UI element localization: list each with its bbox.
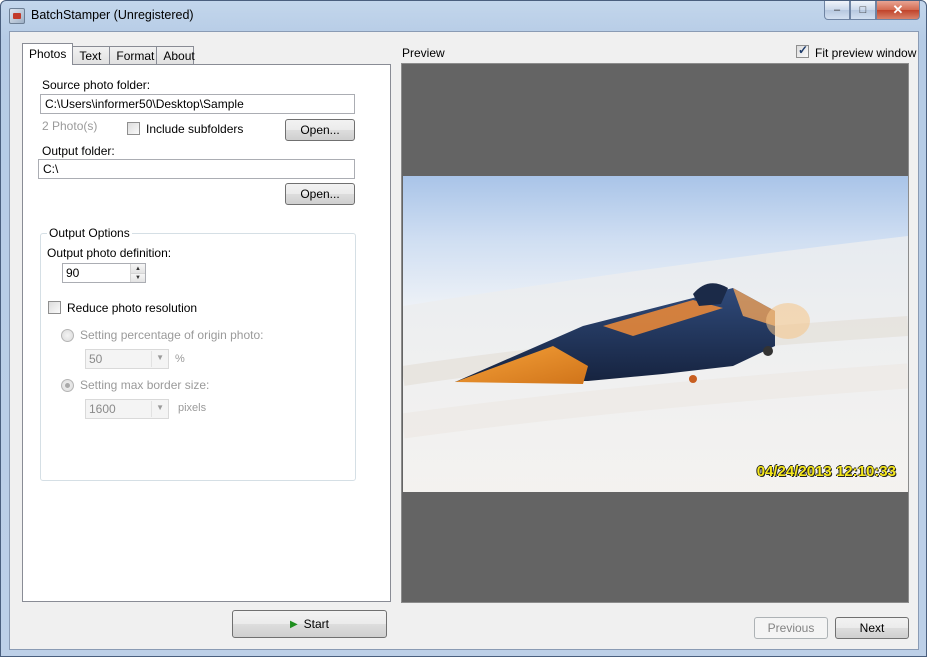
title-bar[interactable]: BatchStamper (Unregistered) – □ ✕ — [1, 1, 926, 31]
preview-label: Preview — [402, 46, 445, 60]
fit-preview-checkbox[interactable] — [796, 43, 809, 58]
caption-buttons: – □ ✕ — [824, 1, 920, 21]
max-border-radio[interactable] — [61, 379, 74, 392]
definition-value: 90 — [66, 266, 80, 280]
play-icon: ▶ — [289, 618, 298, 630]
tab-text[interactable]: Text — [72, 46, 111, 65]
include-subfolders-label: Include subfolders — [146, 122, 244, 136]
photo-count: 2 Photo(s) — [42, 119, 98, 133]
max-border-unit: pixels — [178, 402, 207, 414]
client-area: Photos Text Format About Source photo fo… — [9, 31, 919, 650]
tab-format[interactable]: Format — [109, 46, 158, 65]
app-window: BatchStamper (Unregistered) – □ ✕ Photos… — [0, 0, 927, 657]
start-label: Start — [303, 617, 330, 631]
close-icon: ✕ — [892, 2, 904, 17]
max-border-value: 1600 — [89, 402, 116, 416]
fit-preview-label: Fit preview window — [815, 46, 917, 60]
percentage-select[interactable]: 50 ▼ — [85, 349, 169, 369]
reduce-resolution-label: Reduce photo resolution — [67, 301, 198, 315]
maximize-button[interactable]: □ — [850, 1, 876, 20]
percentage-value: 50 — [89, 352, 103, 366]
tab-about[interactable]: About — [156, 46, 195, 65]
close-button[interactable]: ✕ — [876, 1, 920, 20]
open-output-button[interactable]: Open... — [285, 183, 355, 205]
tab-strip: Photos Text Format About — [22, 43, 195, 65]
max-border-select[interactable]: 1600 ▼ — [85, 399, 169, 419]
photos-tab-panel: Source photo folder: C:\Users\informer50… — [22, 64, 391, 602]
reduce-resolution-checkbox[interactable] — [48, 301, 61, 314]
previous-button[interactable]: Previous — [754, 617, 828, 639]
preview-area: 04/24/2013 12:10:33 — [401, 63, 909, 603]
output-options-legend: Output Options — [47, 226, 132, 240]
definition-label: Output photo definition: — [47, 246, 172, 260]
output-folder-input[interactable]: C:\ — [38, 159, 355, 179]
spin-buttons: ▲ ▼ — [130, 264, 145, 282]
chevron-down-icon: ▼ — [156, 353, 164, 362]
source-folder-label: Source photo folder: — [42, 78, 151, 92]
tab-photos[interactable]: Photos — [22, 43, 74, 65]
spin-down-icon[interactable]: ▼ — [131, 273, 145, 282]
percentage-radio[interactable] — [61, 329, 74, 342]
window-title: BatchStamper (Unregistered) — [31, 8, 194, 22]
app-icon — [9, 8, 25, 24]
output-folder-label: Output folder: — [42, 144, 115, 158]
maximize-icon: □ — [859, 4, 867, 16]
max-border-label: Setting max border size: — [80, 378, 210, 392]
car-image — [403, 236, 908, 492]
date-stamp: 04/24/2013 12:10:33 — [756, 463, 896, 480]
start-button[interactable]: ▶ Start — [232, 610, 387, 638]
include-subfolders-checkbox[interactable] — [127, 122, 140, 135]
percentage-unit: % — [175, 353, 185, 365]
minimize-icon: – — [833, 4, 841, 16]
next-button[interactable]: Next — [835, 617, 909, 639]
chevron-down-icon: ▼ — [156, 403, 164, 412]
minimize-button[interactable]: – — [824, 1, 850, 20]
preview-image: 04/24/2013 12:10:33 — [403, 176, 908, 492]
open-source-button[interactable]: Open... — [285, 119, 355, 141]
percentage-label: Setting percentage of origin photo: — [80, 328, 264, 342]
source-folder-input[interactable]: C:\Users\informer50\Desktop\Sample — [40, 94, 355, 114]
definition-spinner[interactable]: 90 ▲ ▼ — [62, 263, 146, 283]
spin-up-icon[interactable]: ▲ — [131, 264, 145, 273]
